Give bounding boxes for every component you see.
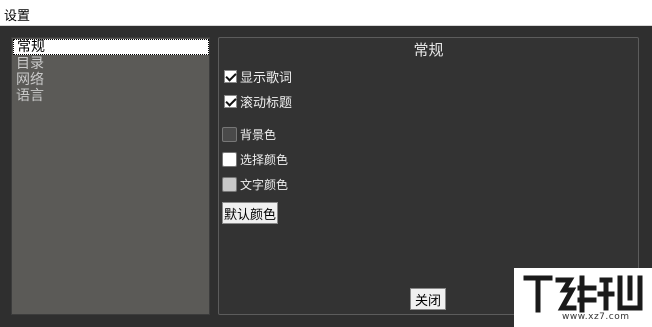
show-lyrics-label: 显示歌词	[240, 70, 293, 86]
selection-color-row[interactable]: 选择颜色	[219, 150, 288, 168]
selection-color-label: 选择颜色	[240, 152, 289, 167]
sidebar-item-general[interactable]: 常规	[13, 39, 209, 55]
scroll-title-option[interactable]: 滚动标题	[219, 92, 293, 111]
text-color-row[interactable]: 文字颜色	[219, 175, 288, 193]
background-color-label: 背景色	[240, 127, 277, 142]
scroll-title-checkbox[interactable]	[224, 94, 237, 108]
selection-color-swatch[interactable]	[222, 151, 237, 167]
background-color-row[interactable]: 背景色	[219, 125, 276, 143]
watermark-text: www.xz7.com	[562, 312, 630, 322]
scroll-title-label: 滚动标题	[240, 95, 293, 111]
close-button[interactable]: 关闭	[410, 288, 446, 310]
settings-category-list[interactable]: 常规 目录 网络 语言	[11, 37, 210, 315]
show-lyrics-option[interactable]: 显示歌词	[219, 67, 293, 86]
text-color-label: 文字颜色	[240, 177, 289, 192]
default-colors-button[interactable]: 默认颜色	[222, 202, 278, 224]
sidebar-item-language[interactable]: 语言	[16, 88, 44, 104]
sidebar-item-directory[interactable]: 目录	[16, 56, 44, 72]
window-title: 设置	[4, 9, 31, 24]
background-color-swatch[interactable]	[222, 126, 237, 142]
panel-title: 常规	[413, 41, 444, 59]
text-color-swatch[interactable]	[222, 176, 237, 192]
sidebar-item-network[interactable]: 网络	[16, 72, 44, 88]
watermark: www.xz7.com	[514, 268, 652, 327]
show-lyrics-checkbox[interactable]	[224, 69, 237, 83]
title-bar: 设置	[0, 0, 652, 26]
